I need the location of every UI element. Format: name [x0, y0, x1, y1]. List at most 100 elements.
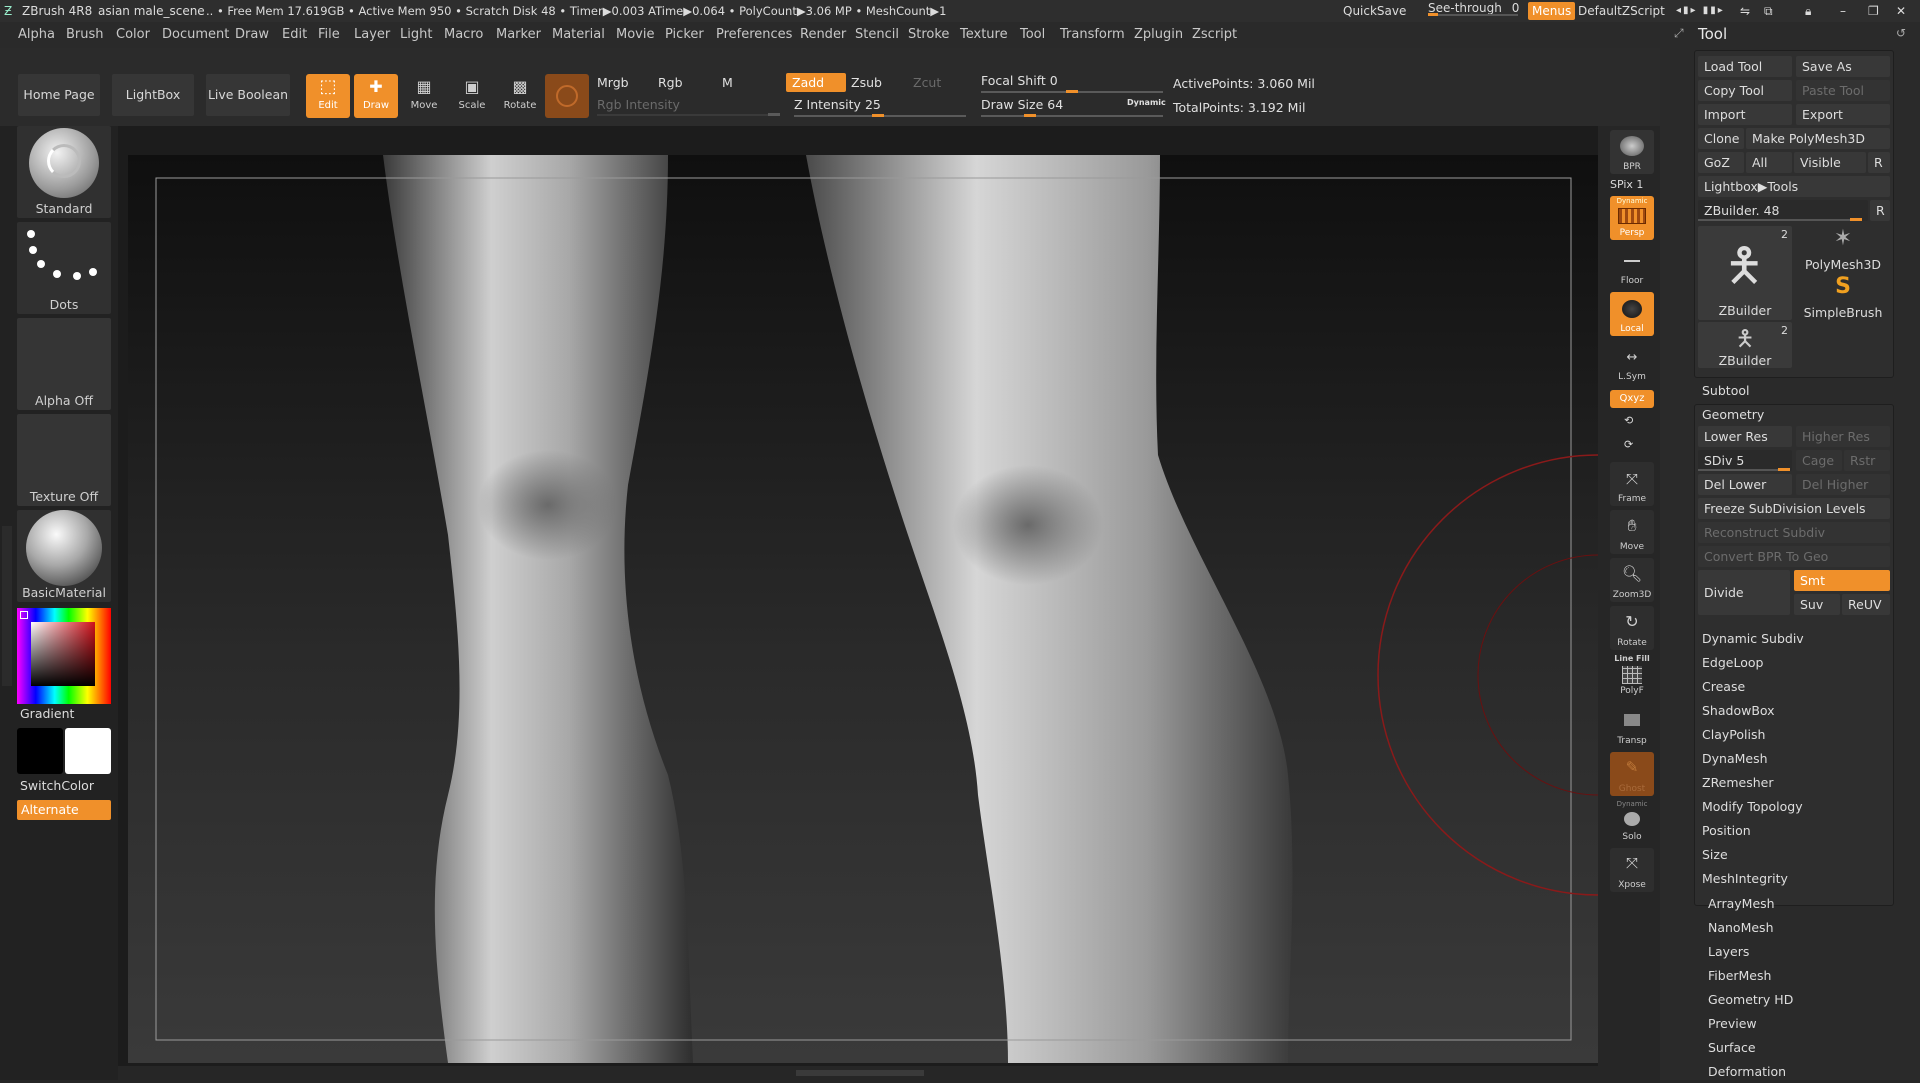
secondary-color-swatch[interactable]: [65, 728, 111, 774]
menu-item[interactable]: Picker: [665, 22, 704, 48]
geometry-subsection[interactable]: EdgeLoop: [1694, 652, 1894, 674]
geometry-section[interactable]: Geometry: [1694, 404, 1894, 426]
zadd-button[interactable]: Zadd: [786, 73, 846, 92]
menu-item[interactable]: Color: [116, 22, 150, 48]
menu-item[interactable]: Preferences: [716, 22, 792, 48]
geometry-subsection[interactable]: Crease: [1694, 676, 1894, 698]
lightbox-button[interactable]: LightBox: [112, 74, 194, 116]
color-picker[interactable]: [17, 608, 111, 704]
geometry-subsection[interactable]: DynaMesh: [1694, 748, 1894, 770]
menu-item[interactable]: Alpha: [18, 22, 55, 48]
freeze-subdivision-button[interactable]: Freeze SubDivision Levels: [1698, 498, 1890, 519]
stroke-slot[interactable]: Dots: [17, 222, 111, 314]
rotate-view-button[interactable]: ↻ Rotate: [1610, 606, 1654, 650]
goz-button[interactable]: GoZ: [1698, 152, 1744, 173]
tool-thumb-simplebrush[interactable]: S SimpleBrush: [1796, 274, 1890, 320]
menu-item[interactable]: Stroke: [908, 22, 949, 48]
menus-toggle[interactable]: Menus: [1528, 2, 1576, 20]
menu-item[interactable]: Brush: [66, 22, 104, 48]
alpha-slot[interactable]: Alpha Off: [17, 318, 111, 410]
cage-button[interactable]: Cage: [1796, 450, 1842, 471]
menu-item[interactable]: Light: [400, 22, 432, 48]
bottom-tray-handle[interactable]: [796, 1070, 924, 1076]
menu-item[interactable]: Zscript: [1192, 22, 1237, 48]
menu-item[interactable]: Render: [800, 22, 846, 48]
rotate-mode-button[interactable]: ▩ Rotate: [498, 74, 542, 118]
copy-tool-button[interactable]: Copy Tool: [1698, 80, 1792, 101]
m-button[interactable]: M: [722, 75, 733, 90]
surface-section[interactable]: Surface: [1694, 1037, 1894, 1059]
menu-item[interactable]: Layer: [354, 22, 390, 48]
rgb-intensity-slider[interactable]: Rgb Intensity: [597, 97, 680, 112]
geometry-subsection[interactable]: Position: [1694, 820, 1894, 842]
rotate-axis-z-icon[interactable]: ⟳: [1624, 438, 1633, 451]
tool-thumb-zbuilder-small[interactable]: 🯅 2 ZBuilder: [1698, 322, 1792, 368]
geometry-subsection[interactable]: Dynamic Subdiv: [1694, 628, 1894, 650]
spix-slider[interactable]: SPix 1: [1610, 178, 1643, 191]
see-through-slider[interactable]: See-through 0: [1428, 0, 1519, 19]
menu-item[interactable]: Document: [162, 22, 229, 48]
bpr-button[interactable]: BPR: [1610, 130, 1654, 174]
persp-button[interactable]: Dynamic Persp: [1610, 196, 1654, 240]
xpose-button[interactable]: ⤧ Xpose: [1610, 848, 1654, 892]
rotate-axis-y-icon[interactable]: ⟲: [1624, 414, 1633, 427]
convert-bpr-button[interactable]: Convert BPR To Geo: [1698, 546, 1890, 567]
del-higher-button[interactable]: Del Higher: [1796, 474, 1890, 495]
restore-icon[interactable]: ❐: [1868, 0, 1879, 22]
alternate-button[interactable]: Alternate: [17, 800, 111, 820]
move-mode-button[interactable]: ▦ Move: [402, 74, 446, 118]
scale-mode-button[interactable]: ▣ Scale: [450, 74, 494, 118]
left-tray-handle[interactable]: [2, 526, 12, 686]
zsub-button[interactable]: Zsub: [851, 75, 882, 90]
import-button[interactable]: Import: [1698, 104, 1792, 125]
floor-button[interactable]: Floor: [1610, 244, 1654, 288]
tool-thumb-polymesh3d[interactable]: ✶ PolyMesh3D: [1796, 226, 1890, 272]
menu-item[interactable]: Stencil: [855, 22, 899, 48]
edit-mode-button[interactable]: ⬚ Edit: [306, 74, 350, 118]
solo-button[interactable]: Dynamic Solo: [1610, 800, 1654, 844]
menu-item[interactable]: File: [318, 22, 340, 48]
xyz-button[interactable]: Qxyz: [1610, 390, 1654, 408]
layout-icons[interactable]: ◂▮▸ ▮▮▸: [1676, 0, 1725, 22]
color-saturation-square[interactable]: [31, 622, 95, 686]
panel-reset-icon[interactable]: ↺: [1896, 26, 1906, 40]
load-tool-button[interactable]: Load Tool: [1698, 56, 1792, 77]
geometry-hd-section[interactable]: Geometry HD: [1694, 989, 1894, 1011]
zbuilder-r-button[interactable]: R: [1870, 200, 1890, 221]
goz-r-button[interactable]: R: [1868, 152, 1890, 173]
home-page-button[interactable]: Home Page: [18, 74, 100, 116]
geometry-subsection[interactable]: Modify Topology: [1694, 796, 1894, 818]
reuv-toggle[interactable]: ReUV: [1842, 594, 1890, 615]
paste-tool-button[interactable]: Paste Tool: [1796, 80, 1890, 101]
material-slot[interactable]: BasicMaterial: [17, 510, 111, 602]
preview-section[interactable]: Preview: [1694, 1013, 1894, 1035]
frame-button[interactable]: ⤧ Frame: [1610, 462, 1654, 506]
draw-size-slider[interactable]: Draw Size 64: [981, 97, 1063, 112]
menu-item[interactable]: Marker: [496, 22, 541, 48]
live-boolean-button[interactable]: Live Boolean: [206, 74, 290, 116]
menu-item[interactable]: Edit: [282, 22, 307, 48]
subtool-section[interactable]: Subtool: [1694, 380, 1894, 402]
switch-color-button[interactable]: SwitchColor: [20, 778, 94, 793]
tool-thumb-zbuilder[interactable]: 🯅 2 ZBuilder: [1698, 226, 1792, 320]
reconstruct-subdiv-button[interactable]: Reconstruct Subdiv: [1698, 522, 1890, 543]
dynamic-size-toggle[interactable]: Dynamic: [1127, 98, 1166, 107]
brush-slot[interactable]: Standard: [17, 126, 111, 218]
menu-item[interactable]: Material: [552, 22, 605, 48]
menu-item[interactable]: Draw: [235, 22, 269, 48]
make-polymesh3d-button[interactable]: Make PolyMesh3D: [1746, 128, 1890, 149]
default-zscript-button[interactable]: DefaultZScript: [1578, 0, 1665, 22]
lightbox-tools-button[interactable]: Lightbox▶Tools: [1698, 176, 1890, 197]
primary-color-swatch[interactable]: [17, 728, 63, 774]
menu-item[interactable]: Texture: [960, 22, 1008, 48]
clone-button[interactable]: Clone: [1698, 128, 1744, 149]
gradient-label[interactable]: Gradient: [20, 706, 74, 721]
focal-shift-slider[interactable]: Focal Shift 0: [981, 73, 1058, 88]
menu-item[interactable]: Transform: [1060, 22, 1125, 48]
draw-mode-button[interactable]: ✚ Draw: [354, 74, 398, 118]
lock-icon[interactable]: 🔒︎: [1805, 0, 1811, 22]
lower-res-button[interactable]: Lower Res: [1698, 426, 1792, 447]
tool-pin-icon[interactable]: ⤢: [1674, 26, 1684, 41]
suv-toggle[interactable]: Suv: [1794, 594, 1840, 615]
close-icon[interactable]: ✕: [1896, 0, 1906, 22]
